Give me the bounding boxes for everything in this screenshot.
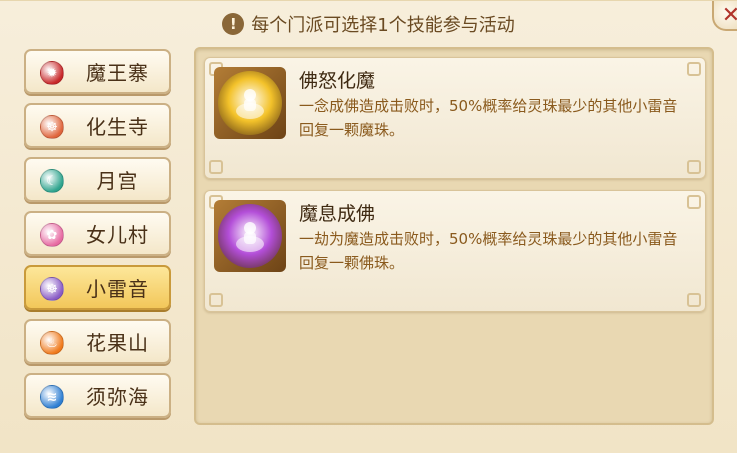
- sect-label: 女儿村: [86, 223, 149, 247]
- close-button[interactable]: ✕: [712, 1, 737, 31]
- sect-button[interactable]: ♨ 花果山: [24, 319, 171, 364]
- card-corner-ornament: [687, 293, 701, 307]
- purple-buddha-skill-icon: [214, 200, 286, 272]
- moon-palace-emblem-icon: ☾: [40, 169, 64, 193]
- sect-label: 化生寺: [86, 115, 149, 139]
- notice-bar: ! 每个门派可选择1个技能参与活动: [0, 7, 737, 41]
- card-corner-ornament: [209, 293, 223, 307]
- sect-skill-panel: ! 每个门派可选择1个技能参与活动 ✕ ✹ 魔王寨 ☸ 化生寺 ☾ 月宫 ✿ 女儿村 ☸ 小雷音 ♨…: [0, 0, 737, 453]
- card-corner-ornament: [209, 160, 223, 174]
- skill-description: 一劫为魔造成击败时，50%概率给灵珠最少的其他小雷音回复一颗佛珠。: [299, 230, 678, 272]
- mountain-emblem-icon: ♨: [40, 331, 64, 355]
- sect-button[interactable]: ☸ 化生寺: [24, 103, 171, 148]
- sect-button[interactable]: ☾ 月宫: [24, 157, 171, 202]
- sea-emblem-icon: ≋: [40, 385, 64, 409]
- sect-label: 花果山: [86, 331, 149, 355]
- golden-buddha-skill-icon: [214, 67, 286, 139]
- flower-village-emblem-icon: ✿: [40, 223, 64, 247]
- sect-label: 月宫: [96, 169, 139, 193]
- sect-label: 须弥海: [86, 385, 149, 409]
- sect-label: 小雷音: [86, 277, 149, 301]
- notice-text: 每个门派可选择1个技能参与活动: [251, 15, 515, 36]
- skill-list: 佛怒化魔一念成佛造成击败时，50%概率给灵珠最少的其他小雷音回复一颗魔珠。魔息成…: [194, 47, 714, 425]
- close-icon: ✕: [721, 2, 737, 28]
- card-corner-ornament: [687, 195, 701, 209]
- card-corner-ornament: [687, 62, 701, 76]
- skill-name: 佛怒化魔: [299, 70, 376, 92]
- sect-button[interactable]: ☸ 小雷音: [24, 265, 171, 310]
- buddha-temple-emblem-icon: ☸: [40, 115, 64, 139]
- card-corner-ornament: [687, 160, 701, 174]
- sect-button[interactable]: ✹ 魔王寨: [24, 49, 171, 94]
- sect-list: ✹ 魔王寨 ☸ 化生寺 ☾ 月宫 ✿ 女儿村 ☸ 小雷音 ♨ 花果山 ≋ 须弥海: [24, 49, 172, 427]
- skill-name: 魔息成佛: [299, 203, 376, 225]
- sect-button[interactable]: ≋ 须弥海: [24, 373, 171, 418]
- skill-description: 一念成佛造成击败时，50%概率给灵珠最少的其他小雷音回复一颗魔珠。: [299, 97, 678, 139]
- sect-label: 魔王寨: [86, 61, 149, 85]
- warning-icon: !: [222, 13, 245, 35]
- demon-fire-emblem-icon: ✹: [40, 61, 64, 85]
- sect-button[interactable]: ✿ 女儿村: [24, 211, 171, 256]
- skill-card[interactable]: 佛怒化魔一念成佛造成击败时，50%概率给灵珠最少的其他小雷音回复一颗魔珠。: [204, 57, 706, 179]
- skill-card[interactable]: 魔息成佛一劫为魔造成击败时，50%概率给灵珠最少的其他小雷音回复一颗佛珠。: [204, 190, 706, 312]
- thunder-temple-emblem-icon: ☸: [40, 277, 64, 301]
